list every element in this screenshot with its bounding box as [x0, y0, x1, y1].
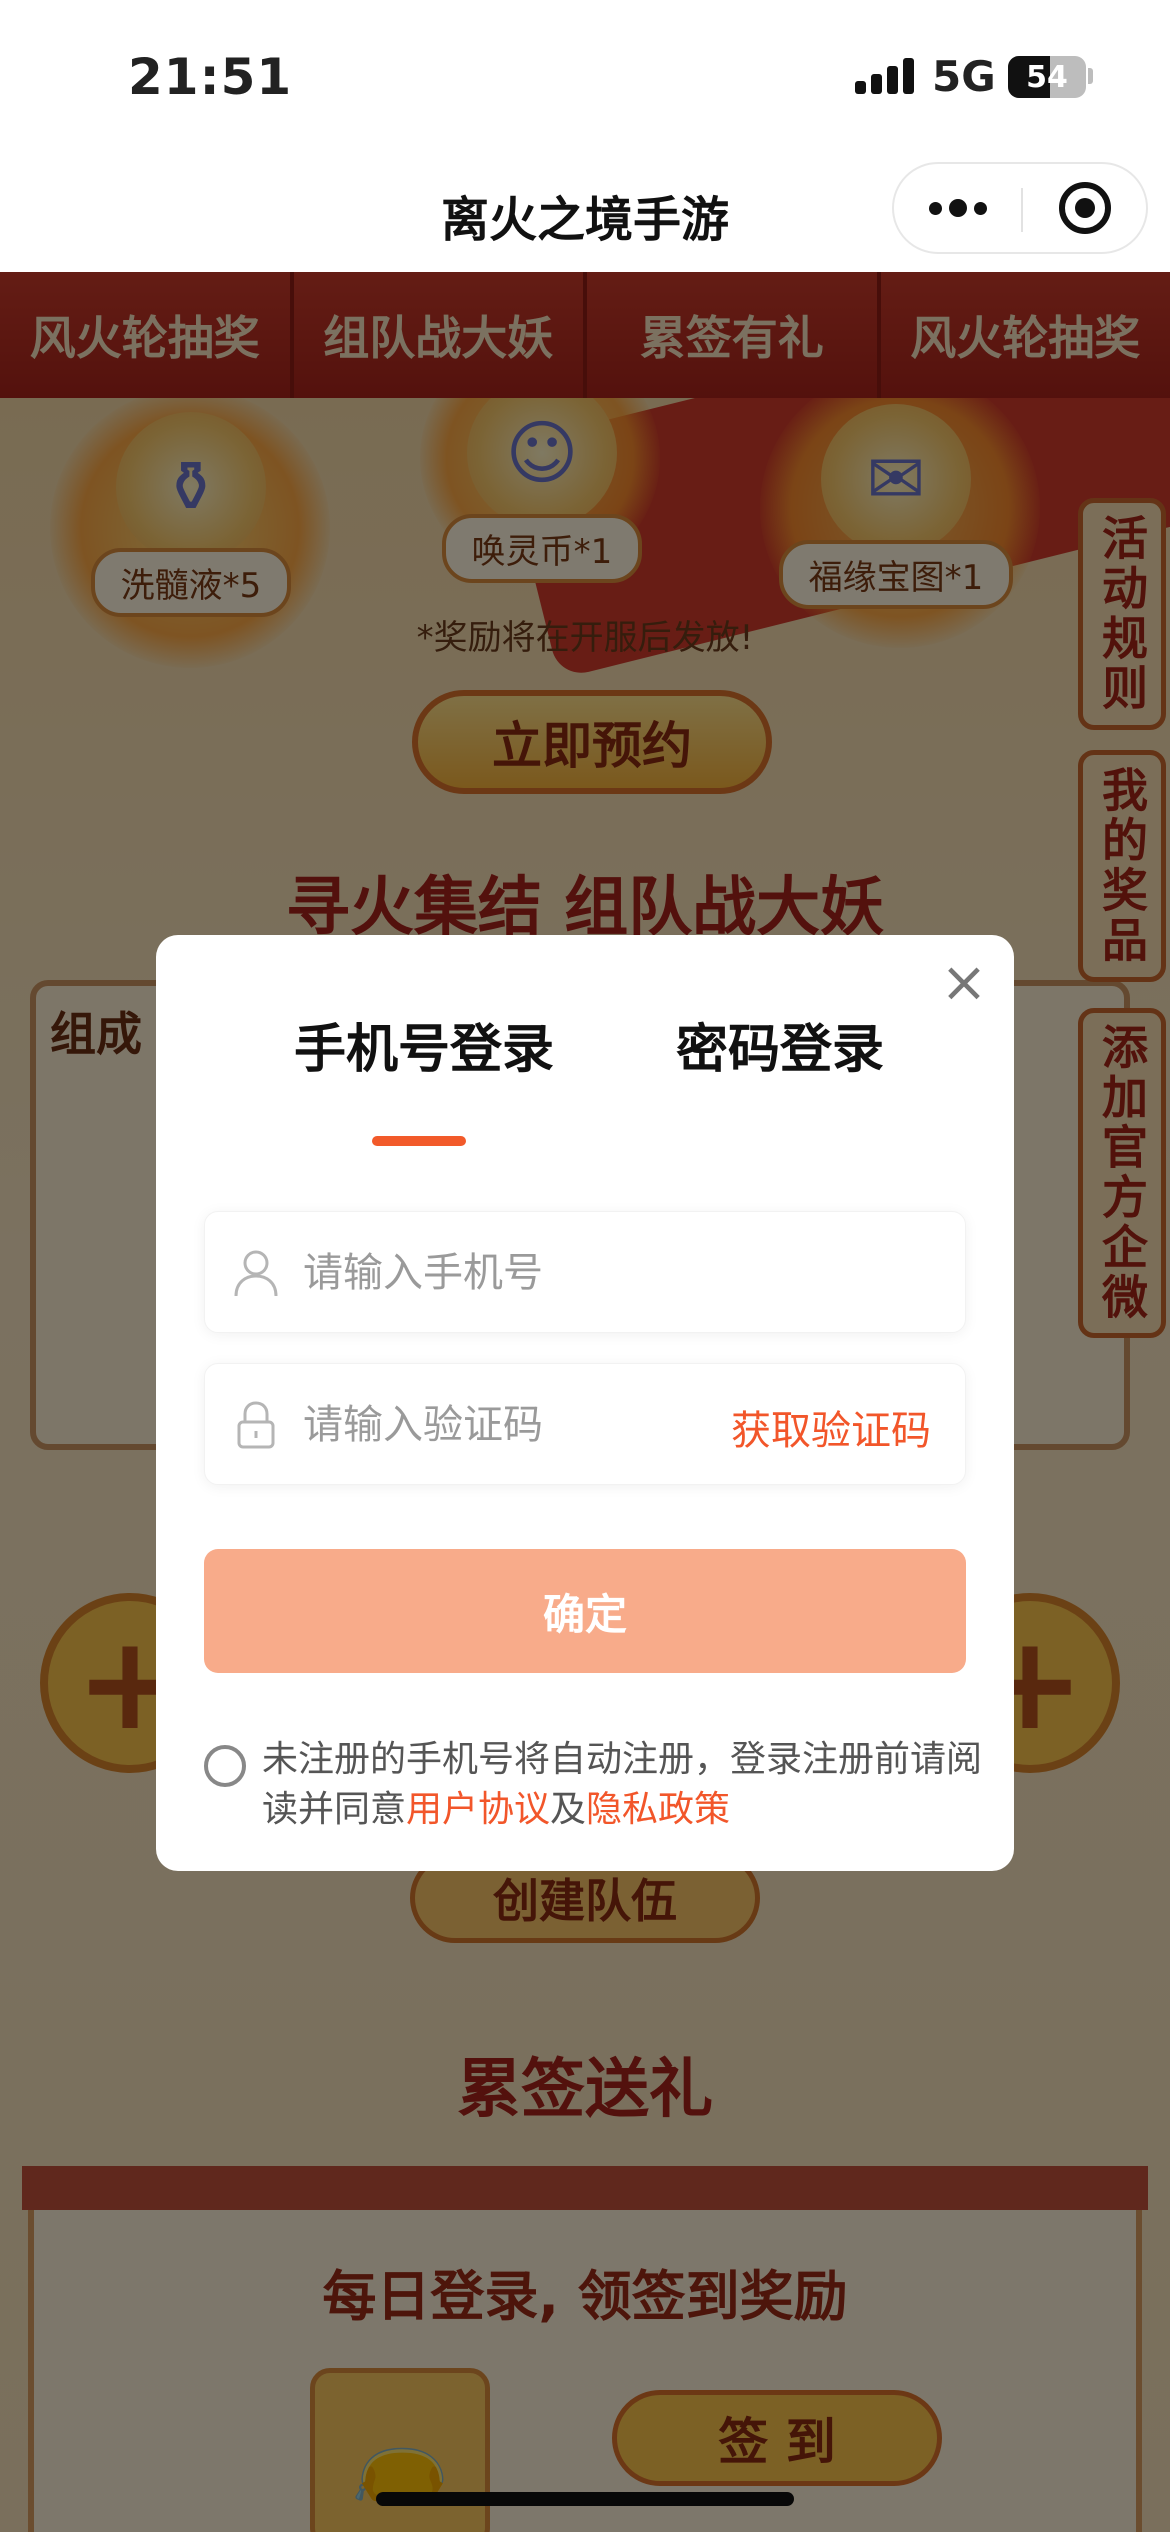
- agreement-checkbox[interactable]: [204, 1745, 246, 1787]
- code-input[interactable]: [303, 1390, 763, 1460]
- active-tab-indicator: [372, 1136, 466, 1146]
- battery-icon: 54: [1008, 56, 1086, 98]
- confirm-button[interactable]: 确定: [204, 1549, 966, 1673]
- get-code-button[interactable]: 获取验证码: [731, 1398, 931, 1456]
- phone-input[interactable]: [303, 1238, 763, 1308]
- user-icon: [234, 1250, 278, 1297]
- more-dots-icon[interactable]: [894, 164, 1021, 252]
- battery-tip: [1088, 68, 1093, 84]
- status-bar: 21:51 5G 54: [0, 0, 1170, 150]
- nav-bar: 离火之境手游: [0, 150, 1170, 272]
- phone-field: [204, 1211, 966, 1333]
- mini-program-capsule: [892, 162, 1148, 254]
- agreement-and: 及: [550, 1789, 587, 1830]
- lock-icon: [237, 1401, 275, 1449]
- user-agreement-link[interactable]: 用户协议: [406, 1789, 550, 1830]
- close-icon[interactable]: ×: [936, 955, 992, 1011]
- privacy-policy-link[interactable]: 隐私政策: [586, 1789, 730, 1830]
- network-label: 5G: [932, 52, 996, 101]
- tab-phone-login[interactable]: 手机号登录: [294, 1007, 554, 1082]
- tab-password-login[interactable]: 密码登录: [676, 1007, 884, 1082]
- mini-program-close-icon[interactable]: [1023, 164, 1146, 252]
- status-time: 21:51: [128, 48, 293, 106]
- battery-level: 54: [1026, 60, 1068, 95]
- login-modal: × 手机号登录 密码登录 获取验证码 确定 未注册的手机号将自动注册，登录注册前…: [156, 935, 1014, 1871]
- agreement-text: 未注册的手机号将自动注册，登录注册前请阅读并同意用户协议及隐私政策: [262, 1735, 982, 1835]
- code-field: 获取验证码: [204, 1363, 966, 1485]
- signal-icon: [855, 58, 915, 94]
